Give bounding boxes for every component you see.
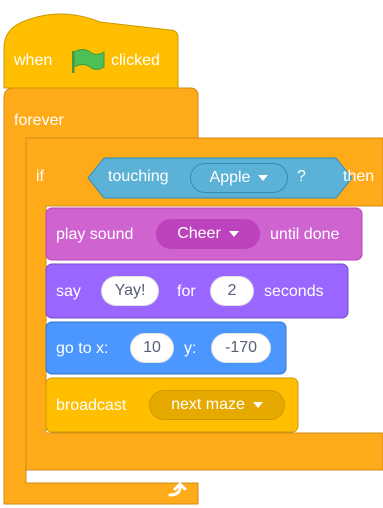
broadcast-label: broadcast <box>56 397 127 414</box>
sound-value: Cheer <box>177 225 221 242</box>
say-duration-input[interactable]: 2 <box>210 276 254 306</box>
when-label: when <box>14 52 53 69</box>
until-done-label: until done <box>270 226 340 243</box>
say-message-value: Yay! <box>114 282 146 299</box>
goto-x-label: go to x: <box>56 340 109 357</box>
say-label: say <box>56 283 81 300</box>
goto-y-label: y: <box>184 340 197 357</box>
clicked-label: clicked <box>111 52 160 69</box>
goto-x-input[interactable]: 10 <box>130 333 174 363</box>
then-label: then <box>343 168 375 185</box>
chevron-down-icon <box>258 175 269 181</box>
say-duration-value: 2 <box>227 282 237 299</box>
question-mark: ? <box>297 168 306 185</box>
touching-object-dropdown[interactable]: Apple <box>190 163 288 193</box>
script-canvas <box>3 13 383 505</box>
goto-x-value: 10 <box>143 339 161 356</box>
play-sound-label: play sound <box>56 226 134 243</box>
broadcast-message-value: next maze <box>171 396 245 413</box>
chevron-down-icon <box>228 231 239 237</box>
touching-object-value: Apple <box>209 169 251 186</box>
say-message-input[interactable]: Yay! <box>101 276 159 306</box>
goto-y-input[interactable]: -170 <box>211 333 271 363</box>
forever-label: forever <box>14 112 64 129</box>
goto-y-value: -170 <box>224 339 258 356</box>
broadcast-message-dropdown[interactable]: next maze <box>149 390 285 420</box>
seconds-label: seconds <box>264 283 324 300</box>
sound-dropdown[interactable]: Cheer <box>156 219 260 249</box>
chevron-down-icon <box>252 402 263 408</box>
for-label: for <box>177 283 196 300</box>
touching-label: touching <box>108 168 169 185</box>
if-label: if <box>36 168 44 185</box>
